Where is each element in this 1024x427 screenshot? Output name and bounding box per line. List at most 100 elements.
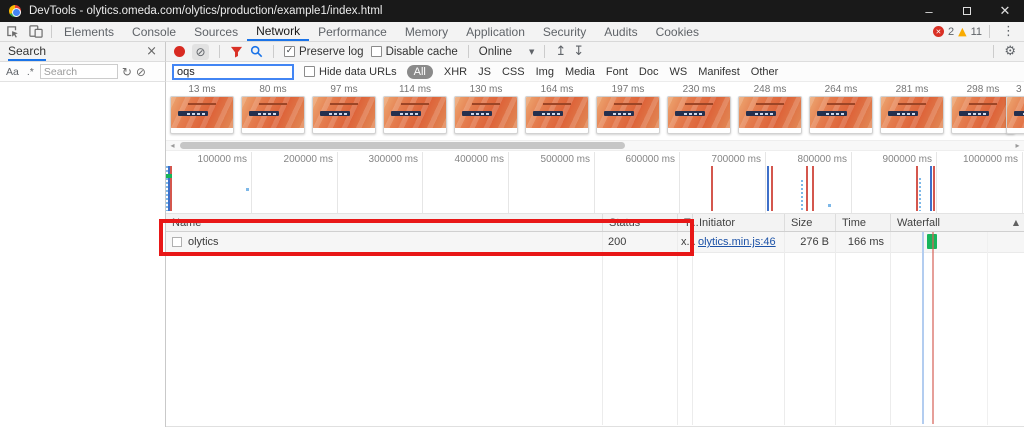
tab-memory[interactable]: Memory — [396, 22, 457, 41]
gridline — [936, 152, 937, 213]
tab-performance[interactable]: Performance — [309, 22, 396, 41]
inspect-element-icon[interactable] — [0, 22, 24, 41]
tab-cookies[interactable]: Cookies — [647, 22, 708, 41]
tab-sources[interactable]: Sources — [185, 22, 247, 41]
page-thumbnail — [170, 96, 234, 134]
highlight-rectangle — [159, 219, 694, 256]
warning-badge-icon[interactable]: ▲ — [958, 26, 966, 37]
column-header-initiator[interactable]: Initiator — [692, 214, 784, 231]
minimize-button[interactable]: – — [910, 0, 948, 22]
type-filter-other[interactable]: Other — [751, 66, 779, 78]
type-filter-all[interactable]: All — [407, 65, 433, 79]
filmstrip-scrollbar[interactable]: ◂ ▸ — [166, 140, 1024, 151]
scrollbar-thumb[interactable] — [180, 142, 625, 149]
network-overview-timeline[interactable]: 100000 ms 200000 ms 300000 ms 400000 ms … — [166, 152, 1024, 213]
scroll-right-icon[interactable]: ▸ — [1012, 141, 1023, 150]
filmstrip-frame[interactable]: 164 ms — [525, 84, 589, 139]
gridline — [508, 152, 509, 213]
sort-asc-icon[interactable]: ▲ — [1013, 218, 1019, 227]
tab-security[interactable]: Security — [534, 22, 595, 41]
request-dot — [828, 204, 831, 207]
chevron-down-icon[interactable]: ▼ — [529, 48, 534, 56]
error-badge-icon[interactable]: ✕ — [933, 26, 944, 37]
column-separator — [677, 232, 678, 425]
load-event-line — [933, 166, 935, 211]
type-filter-img[interactable]: Img — [536, 66, 554, 78]
type-filter-xhr[interactable]: XHR — [444, 66, 467, 78]
hide-data-urls-checkbox[interactable]: Hide data URLs — [304, 66, 397, 78]
type-filter-css[interactable]: CSS — [502, 66, 525, 78]
column-header-waterfall[interactable]: Waterfall — [890, 214, 1024, 231]
filmstrip-frame[interactable]: 80 ms — [241, 84, 305, 139]
clear-search-icon[interactable]: ⊘ — [136, 65, 146, 79]
record-button[interactable] — [174, 46, 185, 57]
export-har-icon[interactable]: ↧ — [573, 45, 584, 58]
filmstrip-frame[interactable]: 3 — [1006, 84, 1024, 139]
tab-console[interactable]: Console — [123, 22, 185, 41]
tab-application[interactable]: Application — [457, 22, 534, 41]
search-network-icon[interactable] — [250, 45, 263, 58]
divider — [544, 45, 545, 58]
tab-audits[interactable]: Audits — [595, 22, 646, 41]
type-filter-media[interactable]: Media — [565, 66, 595, 78]
filmstrip-frame[interactable]: 264 ms — [809, 84, 873, 139]
type-filter-doc[interactable]: Doc — [639, 66, 659, 78]
type-filter-manifest[interactable]: Manifest — [698, 66, 740, 78]
close-icon[interactable]: × — [146, 44, 157, 59]
divider — [219, 45, 220, 58]
filmstrip-frame[interactable]: 248 ms — [738, 84, 802, 139]
column-separator — [835, 232, 836, 425]
device-toolbar-icon[interactable] — [24, 22, 48, 41]
time-tick: 400000 ms — [424, 154, 504, 165]
checkbox-unchecked-icon — [304, 66, 315, 77]
search-input[interactable] — [40, 64, 118, 79]
clear-network-log-icon[interactable]: ⊘ — [192, 44, 209, 60]
filmstrip-frame[interactable]: 230 ms — [667, 84, 731, 139]
type-filter-ws[interactable]: WS — [669, 66, 687, 78]
column-header-time[interactable]: Time — [835, 214, 890, 231]
filmstrip-frame[interactable]: 197 ms — [596, 84, 660, 139]
waterfall-gridline — [987, 232, 988, 425]
filmstrip-frame[interactable]: 281 ms — [880, 84, 944, 139]
type-filter-font[interactable]: Font — [606, 66, 628, 78]
filter-input[interactable] — [172, 64, 294, 80]
devtools-window: DevTools - olytics.omeda.com/olytics/pro… — [0, 0, 1024, 427]
filter-funnel-icon[interactable] — [230, 46, 243, 58]
throttling-select[interactable]: Online — [479, 46, 512, 58]
load-event-line — [806, 166, 808, 211]
time-tick: 300000 ms — [338, 154, 418, 165]
regex-button[interactable]: .* — [25, 66, 36, 78]
initiator-link[interactable]: olytics.min.js:46 — [698, 236, 776, 248]
warning-count: 11 — [971, 26, 982, 38]
disable-cache-checkbox[interactable]: Disable cache — [371, 46, 458, 58]
window-titlebar: DevTools - olytics.omeda.com/olytics/pro… — [0, 0, 1024, 22]
maximize-button[interactable] — [948, 0, 986, 22]
filmstrip-frame[interactable]: 13 ms — [170, 84, 234, 139]
search-panel-header: Search × — [0, 42, 166, 62]
request-marks — [919, 178, 921, 211]
network-toolbar: ⊘ ✓ Preserve log Disable cache Online ▼ … — [166, 42, 1024, 62]
tab-elements[interactable]: Elements — [55, 22, 123, 41]
filmstrip-frame[interactable]: 114 ms — [383, 84, 447, 139]
gridline — [422, 152, 423, 213]
maximize-icon — [963, 7, 971, 15]
refresh-icon[interactable]: ↻ — [122, 65, 132, 79]
tab-network[interactable]: Network — [247, 22, 309, 41]
type-filter-js[interactable]: JS — [478, 66, 491, 78]
dom-loaded-line — [930, 166, 932, 211]
request-type-filters: All XHR JS CSS Img Media Font Doc WS Man… — [407, 65, 779, 79]
filmstrip-frame[interactable]: 130 ms — [454, 84, 518, 139]
column-separator — [890, 232, 891, 425]
time-tick: 1000000 ms — [938, 154, 1018, 165]
overflow-menu-icon[interactable]: ⋮ — [997, 24, 1020, 39]
close-button[interactable]: ✕ — [986, 0, 1024, 22]
settings-gear-icon[interactable]: ⚙ — [1004, 44, 1016, 59]
page-thumbnail — [454, 96, 518, 134]
import-har-icon[interactable]: ↥ — [555, 45, 566, 58]
scroll-left-icon[interactable]: ◂ — [167, 141, 178, 150]
column-header-size[interactable]: Size — [784, 214, 835, 231]
page-thumbnail — [738, 96, 802, 134]
filmstrip-frame[interactable]: 97 ms — [312, 84, 376, 139]
match-case-button[interactable]: Aa — [4, 66, 21, 78]
preserve-log-checkbox[interactable]: ✓ Preserve log — [284, 46, 364, 58]
